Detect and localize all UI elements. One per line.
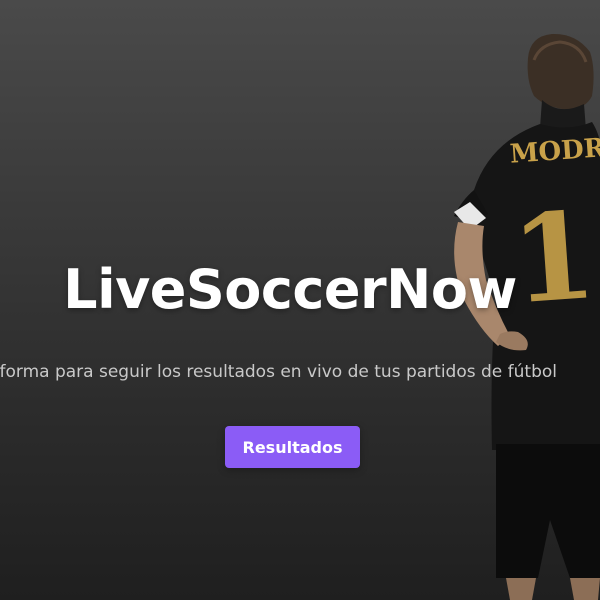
hero-section: MODRI 10 LiveSoccerNow ataforma para seg… xyxy=(0,0,600,600)
hero-tagline: ataforma para seguir los resultados en v… xyxy=(0,362,557,382)
shirt-name: MODRI xyxy=(509,132,600,169)
results-button[interactable]: Resultados xyxy=(225,426,360,468)
site-title: LiveSoccerNow xyxy=(63,258,517,321)
